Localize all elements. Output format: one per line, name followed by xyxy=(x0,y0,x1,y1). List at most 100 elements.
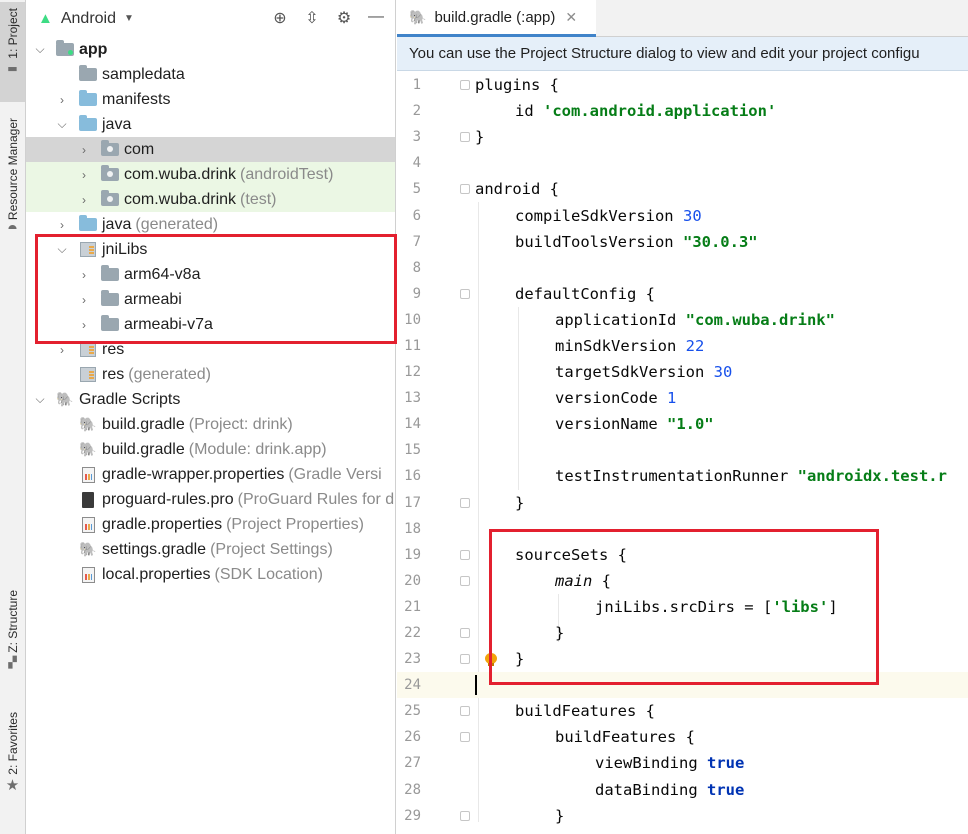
code-line: 14 versionName "1.0" xyxy=(397,411,968,437)
code-line: 4 xyxy=(397,150,968,176)
tree-item-label: manifests xyxy=(102,90,171,108)
resource-manager-tool-tab[interactable]: Resource Manager ⯊ xyxy=(0,118,25,236)
fold-marker-icon[interactable] xyxy=(460,575,470,586)
tree-item-label: arm64-v8a xyxy=(124,265,201,283)
tree-item-label: Gradle Scripts xyxy=(79,390,181,408)
tree-item-label: armeabi-v7a xyxy=(124,315,213,333)
tree-item-androidtest-package[interactable]: › com.wuba.drink (androidTest) xyxy=(26,162,395,187)
tree-item-manifests[interactable]: › manifests xyxy=(26,87,395,112)
tree-item-res-generated[interactable]: res (generated) xyxy=(26,362,395,387)
code-text: testInstrumentationRunner xyxy=(555,467,798,486)
chevron-right-icon[interactable]: › xyxy=(78,268,90,282)
tree-item-armeabi[interactable]: › armeabi xyxy=(26,287,395,312)
tree-item-gradle-properties[interactable]: gradle.properties (Project Properties) xyxy=(26,512,395,537)
chevron-right-icon[interactable]: › xyxy=(56,93,68,107)
line-number: 21 xyxy=(404,598,421,615)
tree-item-java-generated[interactable]: › java (generated) xyxy=(26,212,395,237)
code-line: 12 targetSdkVersion 30 xyxy=(397,359,968,385)
code-text: } xyxy=(475,128,485,147)
tree-item-armeabi-v7a[interactable]: › armeabi-v7a xyxy=(26,312,395,337)
code-text: versionCode xyxy=(555,389,667,408)
tree-item-suffix: (ProGuard Rules for d xyxy=(237,490,395,508)
fold-marker-icon[interactable] xyxy=(460,549,470,560)
code-text: ] xyxy=(828,597,838,616)
gradle-elephant-icon: 🐘 xyxy=(79,441,97,457)
tree-item-local-properties[interactable]: local.properties (SDK Location) xyxy=(26,562,395,587)
chevron-right-icon[interactable]: › xyxy=(78,193,90,207)
tree-item-arm64-v8a[interactable]: › arm64-v8a xyxy=(26,262,395,287)
tree-item-gradle-scripts[interactable]: ⌵ 🐘 Gradle Scripts xyxy=(26,387,395,412)
tree-item-test-package[interactable]: › com.wuba.drink (test) xyxy=(26,187,395,212)
tree-item-suffix: (generated) xyxy=(128,365,211,383)
tree-item-proguard-rules[interactable]: proguard-rules.pro (ProGuard Rules for d xyxy=(26,487,395,512)
line-number: 10 xyxy=(404,311,421,328)
tree-item-settings-gradle[interactable]: 🐘 settings.gradle (Project Settings) xyxy=(26,537,395,562)
code-line: 17} xyxy=(397,490,968,516)
package-icon xyxy=(101,190,119,207)
tree-item-build-gradle-project[interactable]: 🐘 build.gradle (Project: drink) xyxy=(26,412,395,437)
tree-item-sampledata[interactable]: sampledata xyxy=(26,62,395,87)
tree-item-label: java xyxy=(102,215,132,233)
chevron-right-icon[interactable]: › xyxy=(78,318,90,332)
collapse-all-icon[interactable]: ⇳ xyxy=(303,8,321,28)
fold-marker-icon[interactable] xyxy=(460,497,470,508)
chevron-down-icon[interactable]: ⌵ xyxy=(34,392,46,407)
code-line: 23} xyxy=(397,646,968,672)
gear-icon[interactable]: ⚙ xyxy=(335,8,353,28)
locate-icon[interactable]: ⊕ xyxy=(271,8,289,28)
chevron-right-icon[interactable]: › xyxy=(56,218,68,232)
chevron-down-icon[interactable]: ⌵ xyxy=(34,42,46,57)
line-number: 24 xyxy=(404,677,421,694)
chevron-right-icon[interactable]: › xyxy=(78,293,90,307)
minimize-icon[interactable]: — xyxy=(367,8,385,28)
fold-marker-icon[interactable] xyxy=(460,706,470,717)
chevron-down-icon[interactable]: ▼ xyxy=(124,13,134,24)
project-tool-tab[interactable]: 1: Project ▬ xyxy=(0,2,25,102)
tree-item-gradle-wrapper[interactable]: gradle-wrapper.properties (Gradle Versi xyxy=(26,462,395,487)
view-selector[interactable]: Android xyxy=(61,10,116,28)
tree-item-label: com.wuba.drink xyxy=(124,190,237,208)
fold-marker-icon[interactable] xyxy=(460,654,470,665)
fold-marker-icon[interactable] xyxy=(460,732,470,743)
fold-marker-icon[interactable] xyxy=(460,810,470,821)
tree-item-com[interactable]: › com xyxy=(26,137,395,162)
fold-marker-icon[interactable] xyxy=(460,288,470,299)
tree-item-jnilibs[interactable]: ⌵ jniLibs xyxy=(26,237,395,262)
chevron-down-icon[interactable]: ⌵ xyxy=(56,117,68,132)
tree-item-res[interactable]: › res xyxy=(26,337,395,362)
gradle-settings-icon: 🐘 xyxy=(79,541,97,557)
chevron-right-icon[interactable]: › xyxy=(78,168,90,182)
favorites-tool-tab[interactable]: 2: Favorites ★ xyxy=(0,712,25,792)
chevron-right-icon[interactable]: › xyxy=(56,343,68,357)
line-number: 9 xyxy=(412,285,421,302)
fold-marker-icon[interactable] xyxy=(460,132,470,143)
code-area[interactable]: 1 plugins { 2 id 'com.android.application'… xyxy=(397,72,968,829)
code-text: plugins { xyxy=(475,76,559,95)
tree-item-label: com.wuba.drink xyxy=(124,165,237,183)
code-line: 26 buildFeatures { xyxy=(397,724,968,750)
structure-tool-tab[interactable]: Z: Structure ▞ xyxy=(0,590,25,669)
tree-item-build-gradle-module[interactable]: 🐘 build.gradle (Module: drink.app) xyxy=(26,437,395,462)
line-number: 7 xyxy=(412,233,421,250)
tree-item-label: armeabi xyxy=(124,290,182,308)
code-string: "1.0" xyxy=(666,415,714,434)
code-text: targetSdkVersion xyxy=(555,363,714,382)
tree-item-java[interactable]: ⌵ java xyxy=(26,112,395,137)
tree-item-label: app xyxy=(79,40,108,58)
lightbulb-icon[interactable] xyxy=(485,653,497,667)
tree-item-label: com xyxy=(124,140,155,158)
project-panel-header: ▲ Android ▼ ⊕ ⇳ ⚙ — xyxy=(26,0,395,37)
chevron-down-icon[interactable]: ⌵ xyxy=(56,242,68,257)
close-icon[interactable]: ✕ xyxy=(565,9,577,26)
chevron-right-icon[interactable]: › xyxy=(78,143,90,157)
properties-file-icon xyxy=(79,566,97,583)
editor-tab-label: build.gradle (:app) xyxy=(434,8,556,26)
tree-item-app[interactable]: ⌵ app xyxy=(26,37,395,62)
line-number: 16 xyxy=(404,468,421,485)
fold-marker-icon[interactable] xyxy=(460,628,470,639)
project-tab-label: 1: Project xyxy=(5,8,20,59)
fold-marker-icon[interactable] xyxy=(460,80,470,91)
code-line: 9 defaultConfig { xyxy=(397,281,968,307)
editor-tab-build-gradle[interactable]: 🐘 build.gradle (:app) ✕ xyxy=(397,0,596,37)
fold-marker-icon[interactable] xyxy=(460,184,470,195)
